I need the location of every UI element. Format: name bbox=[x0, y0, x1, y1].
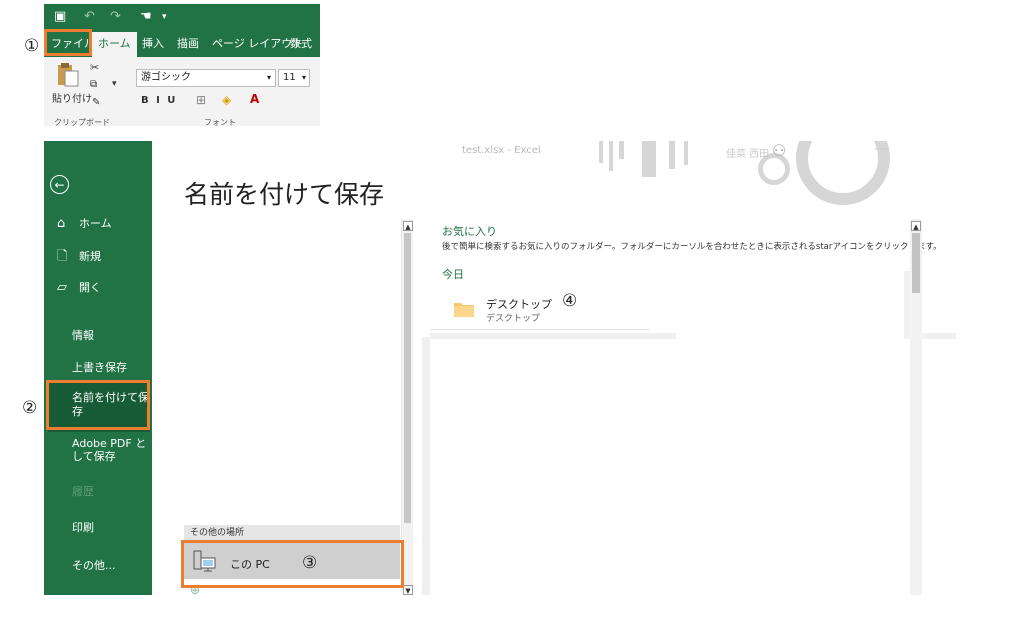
nav-history[interactable]: 履歴 bbox=[72, 483, 94, 499]
ribbon-excerpt: ▣ ↶ ↷ ☚ ▾ ファイル ホーム 挿入 描画 ページ レイアウト 数式 貼り… bbox=[44, 4, 320, 126]
header-decoration bbox=[619, 141, 624, 159]
font-name-box[interactable]: 游ゴシック ▾ bbox=[136, 69, 276, 87]
bold-italic-underline-buttons[interactable]: B I U bbox=[141, 95, 177, 106]
font-size-value: 11 bbox=[283, 72, 296, 83]
new-document-icon: 🗋 bbox=[57, 249, 68, 264]
back-arrow-icon[interactable]: ← bbox=[50, 175, 69, 194]
ribbon-title-bar: ▣ ↶ ↷ ☚ ▾ bbox=[44, 4, 320, 29]
marker-2: ② bbox=[22, 398, 38, 418]
nav-more[interactable]: その他... bbox=[72, 557, 116, 573]
format-painter-icon[interactable]: ✎ bbox=[92, 97, 100, 108]
nav-open-label: 開く bbox=[79, 281, 101, 294]
header-decoration bbox=[642, 141, 656, 177]
highlight-save-as bbox=[46, 380, 150, 430]
font-size-dropdown-icon: ▾ bbox=[301, 73, 306, 82]
marker-1: ① bbox=[24, 36, 40, 56]
backstage-nav: ← ⌂ ホーム 🗋 新規 ▱ 開く 情報 上書き保存 名前を付けて保 存 Adobe … bbox=[44, 141, 152, 595]
today-heading: 今日 bbox=[442, 268, 464, 281]
backstage-view: test.xlsx - Excel 佳菜 西田 ⚇ — ← ⌂ ホーム 🗋 新規 ▱… bbox=[44, 141, 956, 595]
header-decoration bbox=[599, 141, 603, 163]
folder-name: デスクトップ bbox=[486, 298, 552, 311]
pane-background bbox=[422, 337, 430, 595]
highlight-file-tab bbox=[44, 29, 92, 56]
font-name-dropdown-icon: ▾ bbox=[266, 73, 271, 82]
clipboard-group-label: クリップボード bbox=[54, 118, 110, 126]
copy-icon[interactable]: ⧉ bbox=[90, 79, 97, 90]
undo-icon[interactable]: ↶ bbox=[84, 9, 95, 24]
nav-save[interactable]: 上書き保存 bbox=[72, 359, 127, 375]
divider bbox=[430, 329, 650, 330]
border-icon[interactable]: ⊞ bbox=[196, 93, 206, 107]
fill-color-icon[interactable]: ◈ bbox=[222, 93, 231, 107]
qat-dropdown-icon[interactable]: ▾ bbox=[162, 12, 167, 22]
scroll-up-icon[interactable]: ▲ bbox=[911, 221, 921, 231]
nav-home-label: ホーム bbox=[79, 217, 112, 230]
ribbon-body: 貼り付け ✂ ⧉ ✎ ▾ 游ゴシック ▾ 11 ▾ B I U ⊞ ◈ A クリ… bbox=[44, 57, 320, 126]
page-title: 名前を付けて保存 bbox=[184, 180, 385, 209]
folder-path: デスクトップ bbox=[486, 314, 541, 324]
cut-icon[interactable]: ✂ bbox=[90, 61, 99, 74]
highlight-this-pc bbox=[181, 540, 404, 588]
header-decoration bbox=[609, 141, 613, 171]
user-avatar-icon[interactable]: ⚇ bbox=[772, 141, 786, 160]
nav-info[interactable]: 情報 bbox=[72, 327, 94, 343]
tab-draw[interactable]: 描画 bbox=[177, 35, 199, 51]
scroll-up-icon[interactable]: ▲ bbox=[403, 221, 413, 231]
font-group-label: フォント bbox=[204, 118, 236, 126]
marker-4: ④ bbox=[562, 291, 578, 311]
folder-icon bbox=[454, 303, 474, 317]
save-icon[interactable]: ▣ bbox=[54, 9, 66, 24]
font-name-value: 游ゴシック bbox=[141, 72, 191, 83]
nav-save-as-adobe-pdf[interactable]: Adobe PDF と して保存 bbox=[72, 437, 146, 463]
touch-mode-icon[interactable]: ☚ bbox=[140, 9, 152, 24]
header-decoration bbox=[669, 141, 675, 169]
nav-home[interactable]: ⌂ ホーム bbox=[57, 215, 112, 231]
favorites-heading: お気に入り bbox=[442, 225, 497, 238]
redo-icon[interactable]: ↷ bbox=[110, 9, 121, 24]
nav-new-label: 新規 bbox=[79, 250, 101, 263]
paste-label[interactable]: 貼り付け bbox=[52, 90, 92, 105]
copy-dropdown-icon[interactable]: ▾ bbox=[112, 79, 117, 89]
paste-icon[interactable] bbox=[56, 61, 80, 87]
location-list-scrollbar[interactable]: ▲ ▼ bbox=[401, 219, 413, 595]
font-color-icon[interactable]: A bbox=[250, 92, 259, 106]
tab-insert[interactable]: 挿入 bbox=[142, 35, 164, 51]
nav-print[interactable]: 印刷 bbox=[72, 519, 94, 535]
scroll-down-icon[interactable]: ▼ bbox=[403, 585, 413, 595]
tab-home[interactable]: ホーム bbox=[92, 32, 137, 57]
favorites-description: 後で簡単に検索するお気に入りのフォルダー。フォルダーにカーソルを合わせたときに表… bbox=[442, 242, 942, 252]
scroll-thumb[interactable] bbox=[404, 233, 411, 523]
header-decoration bbox=[684, 141, 688, 165]
blank-panel bbox=[676, 271, 904, 339]
home-icon: ⌂ bbox=[57, 216, 66, 231]
font-size-box[interactable]: 11 ▾ bbox=[278, 69, 310, 87]
tab-formulas[interactable]: 数式 bbox=[290, 35, 312, 51]
right-scroll-thumb[interactable] bbox=[912, 233, 920, 293]
nav-new[interactable]: 🗋 新規 bbox=[57, 247, 101, 269]
window-title: test.xlsx - Excel bbox=[462, 145, 541, 156]
minimize-icon[interactable]: — bbox=[874, 141, 888, 157]
open-folder-icon: ▱ bbox=[57, 280, 67, 295]
user-name[interactable]: 佳菜 西田 bbox=[726, 145, 769, 160]
nav-open[interactable]: ▱ 開く bbox=[57, 279, 101, 295]
